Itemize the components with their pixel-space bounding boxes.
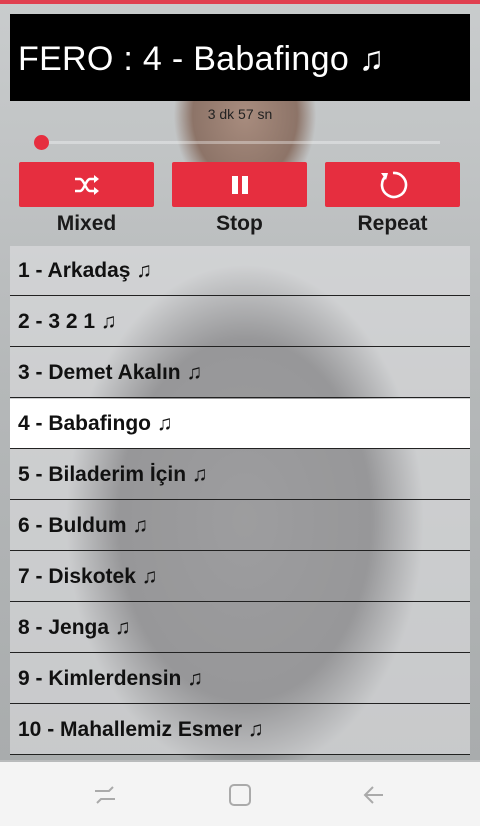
seek-bar[interactable] [40,141,440,144]
track-row-3[interactable]: 3 - Demet Akalın ♫ [10,348,470,398]
repeat-button[interactable] [325,162,460,207]
track-list: 1 - Arkadaş ♫ 2 - 3 2 1 ♫ 3 - Demet Akal… [10,246,470,755]
now-playing-bar: FERO : 4 - Babafingo ♫ [10,14,470,101]
stop-button[interactable] [172,162,307,207]
shuffle-label: Mixed [56,212,117,235]
repeat-icon [380,171,407,198]
track-duration: 3 dk 57 sn [207,106,273,122]
home-icon[interactable] [227,782,253,808]
now-playing-title: FERO : 4 - Babafingo ♫ [18,40,385,78]
seek-thumb[interactable] [34,135,49,150]
track-row-10[interactable]: 10 - Mahallemiz Esmer ♫ [10,705,470,755]
track-row-4[interactable]: 4 - Babafingo ♫ [10,399,470,449]
track-row-8[interactable]: 8 - Jenga ♫ [10,603,470,653]
track-row-2[interactable]: 2 - 3 2 1 ♫ [10,297,470,347]
track-row-5[interactable]: 5 - Biladerim İçin ♫ [10,450,470,500]
system-nav-bar [0,762,480,826]
recent-apps-icon[interactable] [92,782,118,808]
track-row-7[interactable]: 7 - Diskotek ♫ [10,552,470,602]
status-accent-strip [0,0,480,4]
stop-label: Stop [216,212,263,235]
track-row-1[interactable]: 1 - Arkadaş ♫ [10,246,470,296]
repeat-label: Repeat [357,212,428,235]
track-row-9[interactable]: 9 - Kimlerdensin ♫ [10,654,470,704]
back-icon[interactable] [361,782,387,808]
shuffle-button[interactable] [19,162,154,207]
track-row-6[interactable]: 6 - Buldum ♫ [10,501,470,551]
shuffle-icon [74,174,99,195]
pause-icon [231,175,248,194]
